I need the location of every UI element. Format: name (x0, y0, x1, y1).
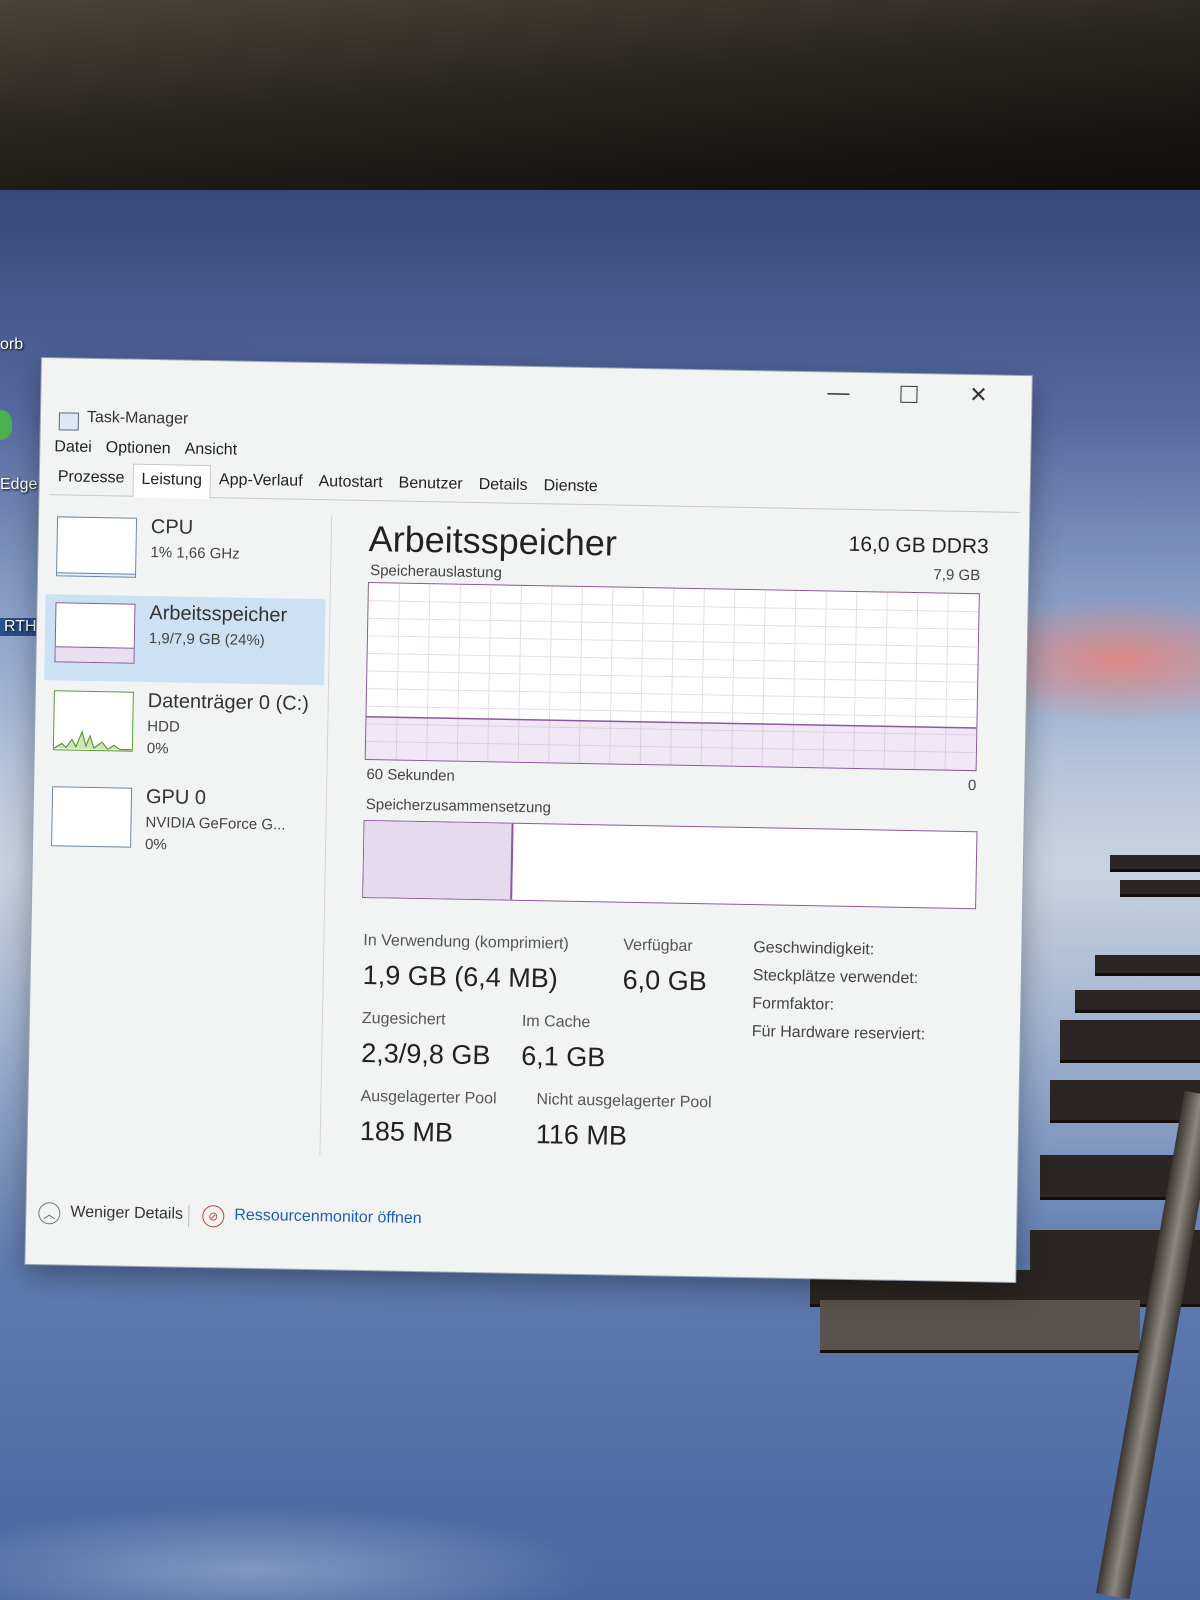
time-axis-end: 0 (967, 777, 977, 795)
time-axis-start: 60 Sekunden (366, 766, 455, 785)
pier-plank (1075, 990, 1200, 1010)
minimize-button[interactable]: — (809, 372, 868, 413)
sidebar-item-label: GPU 0 (145, 785, 207, 810)
nonpaged-pool-value: 116 MB (535, 1119, 628, 1151)
cpu-usage-fill (57, 572, 136, 577)
desktop-icon-label[interactable]: Edge (0, 476, 37, 494)
tab-benutzer[interactable]: Benutzer (390, 468, 471, 501)
memory-usage-graph (364, 582, 980, 772)
sidebar-item-gpu[interactable]: GPU 0 NVIDIA GeForce G... 0% (41, 778, 323, 869)
sidebar-item-label: Arbeitsspeicher (149, 602, 288, 627)
close-button[interactable]: ✕ (949, 375, 1008, 416)
tab-autostart[interactable]: Autostart (310, 467, 391, 500)
sidebar-item-memory[interactable]: Arbeitsspeicher 1,9/7,9 GB (24%) (44, 594, 326, 686)
committed-label: Zugesichert (361, 1009, 446, 1029)
form-factor-label: Formfaktor: (752, 995, 835, 1014)
sidebar-item-usage: 0% (144, 835, 167, 854)
desktop-icon-label[interactable]: orb (0, 336, 23, 354)
resource-monitor-link[interactable]: Ressourcenmonitor öffnen (234, 1207, 422, 1228)
page-title: Arbeitsspeicher (368, 518, 618, 564)
memory-thumbnail-graph (54, 602, 136, 664)
edge-icon[interactable] (0, 410, 12, 440)
usage-graph-label: Speicherauslastung (370, 562, 503, 582)
sidebar-item-label: Datenträger 0 (C:) (147, 689, 310, 715)
usage-graph-max: 7,9 GB (933, 566, 981, 585)
available-label: Verfügbar (623, 936, 693, 956)
tab-dienste[interactable]: Dienste (535, 471, 606, 504)
pier-plank (1060, 1020, 1200, 1060)
chevron-up-icon[interactable]: ︿ (38, 1202, 61, 1225)
composition-label: Speicherzusammensetzung (365, 796, 552, 817)
menu-ansicht[interactable]: Ansicht (184, 441, 237, 460)
maximize-icon (899, 385, 918, 403)
memory-composition-bar (362, 819, 978, 910)
paged-pool-label: Ausgelagerter Pool (360, 1087, 497, 1108)
in-use-label: In Verwendung (komprimiert) (363, 931, 569, 953)
maximize-button[interactable] (879, 373, 938, 414)
footer-bar: ︿ Weniger Details ⊘ Ressourcenmonitor öf… (26, 1188, 1017, 1256)
sidebar-item-detail: 1% 1,66 GHz (150, 544, 240, 563)
fewer-details-button[interactable]: Weniger Details (70, 1204, 183, 1224)
memory-in-use-segment (363, 820, 514, 900)
tab-prozesse[interactable]: Prozesse (50, 462, 133, 496)
tab-details[interactable]: Details (470, 470, 535, 503)
task-manager-icon (58, 412, 80, 431)
memory-spec: 16,0 GB DDR3 (848, 532, 989, 559)
slots-used-label: Steckplätze verwendet: (752, 967, 919, 988)
committed-value: 2,3/9,8 GB (361, 1037, 491, 1071)
sidebar-item-detail: NVIDIA GeForce G... (145, 813, 286, 834)
disk-activity-sparkline (53, 729, 132, 751)
sidebar-item-cpu[interactable]: CPU 1% 1,66 GHz (46, 508, 328, 599)
sidebar-item-detail: 1,9/7,9 GB (24%) (148, 630, 265, 650)
available-value: 6,0 GB (622, 964, 708, 997)
nonpaged-pool-label: Nicht ausgelagerter Pool (536, 1091, 712, 1112)
footer-divider (188, 1204, 190, 1227)
cached-value: 6,1 GB (521, 1040, 606, 1073)
menu-optionen[interactable]: Optionen (106, 439, 171, 458)
window-title: Task-Manager (86, 408, 189, 428)
sidebar-item-disk[interactable]: Datenträger 0 (C:) HDD 0% (42, 682, 324, 773)
speed-label: Geschwindigkeit: (753, 939, 875, 959)
tab-app-verlauf[interactable]: App-Verlauf (211, 465, 311, 499)
sidebar-item-label: CPU (150, 516, 194, 539)
pier-plank (1095, 955, 1200, 973)
sidebar-item-usage: 0% (146, 739, 169, 758)
pier-plank (1110, 855, 1200, 869)
menu-datei[interactable]: Datei (54, 438, 92, 457)
performance-sidebar: CPU 1% 1,66 GHz Arbeitsspeicher 1,9/7,9 … (27, 498, 331, 1163)
pier-plank (1050, 1080, 1200, 1120)
memory-detail-panel: Arbeitsspeicher 16,0 GB DDR3 Speicheraus… (357, 504, 989, 1175)
task-manager-window: — ✕ Task-Manager Datei Optionen Ansicht … (25, 358, 1032, 1282)
tab-leistung[interactable]: Leistung (132, 463, 212, 500)
cpu-thumbnail-graph (56, 516, 138, 578)
cached-label: Im Cache (521, 1012, 591, 1032)
pier-plank (1120, 880, 1200, 894)
gpu-thumbnail-graph (51, 786, 133, 848)
sidebar-item-detail: HDD (147, 717, 180, 736)
menu-bar: Datei Optionen Ansicht (54, 438, 237, 459)
hardware-reserved-label: Für Hardware reserviert: (751, 1023, 926, 1044)
paged-pool-value: 185 MB (359, 1115, 454, 1148)
in-use-value: 1,9 GB (6,4 MB) (362, 959, 559, 994)
resource-monitor-icon[interactable]: ⊘ (202, 1205, 225, 1228)
pier-plank (820, 1300, 1140, 1350)
disk-thumbnail-graph (52, 690, 134, 752)
memory-usage-chart (365, 583, 979, 771)
memory-usage-fill (55, 646, 134, 663)
